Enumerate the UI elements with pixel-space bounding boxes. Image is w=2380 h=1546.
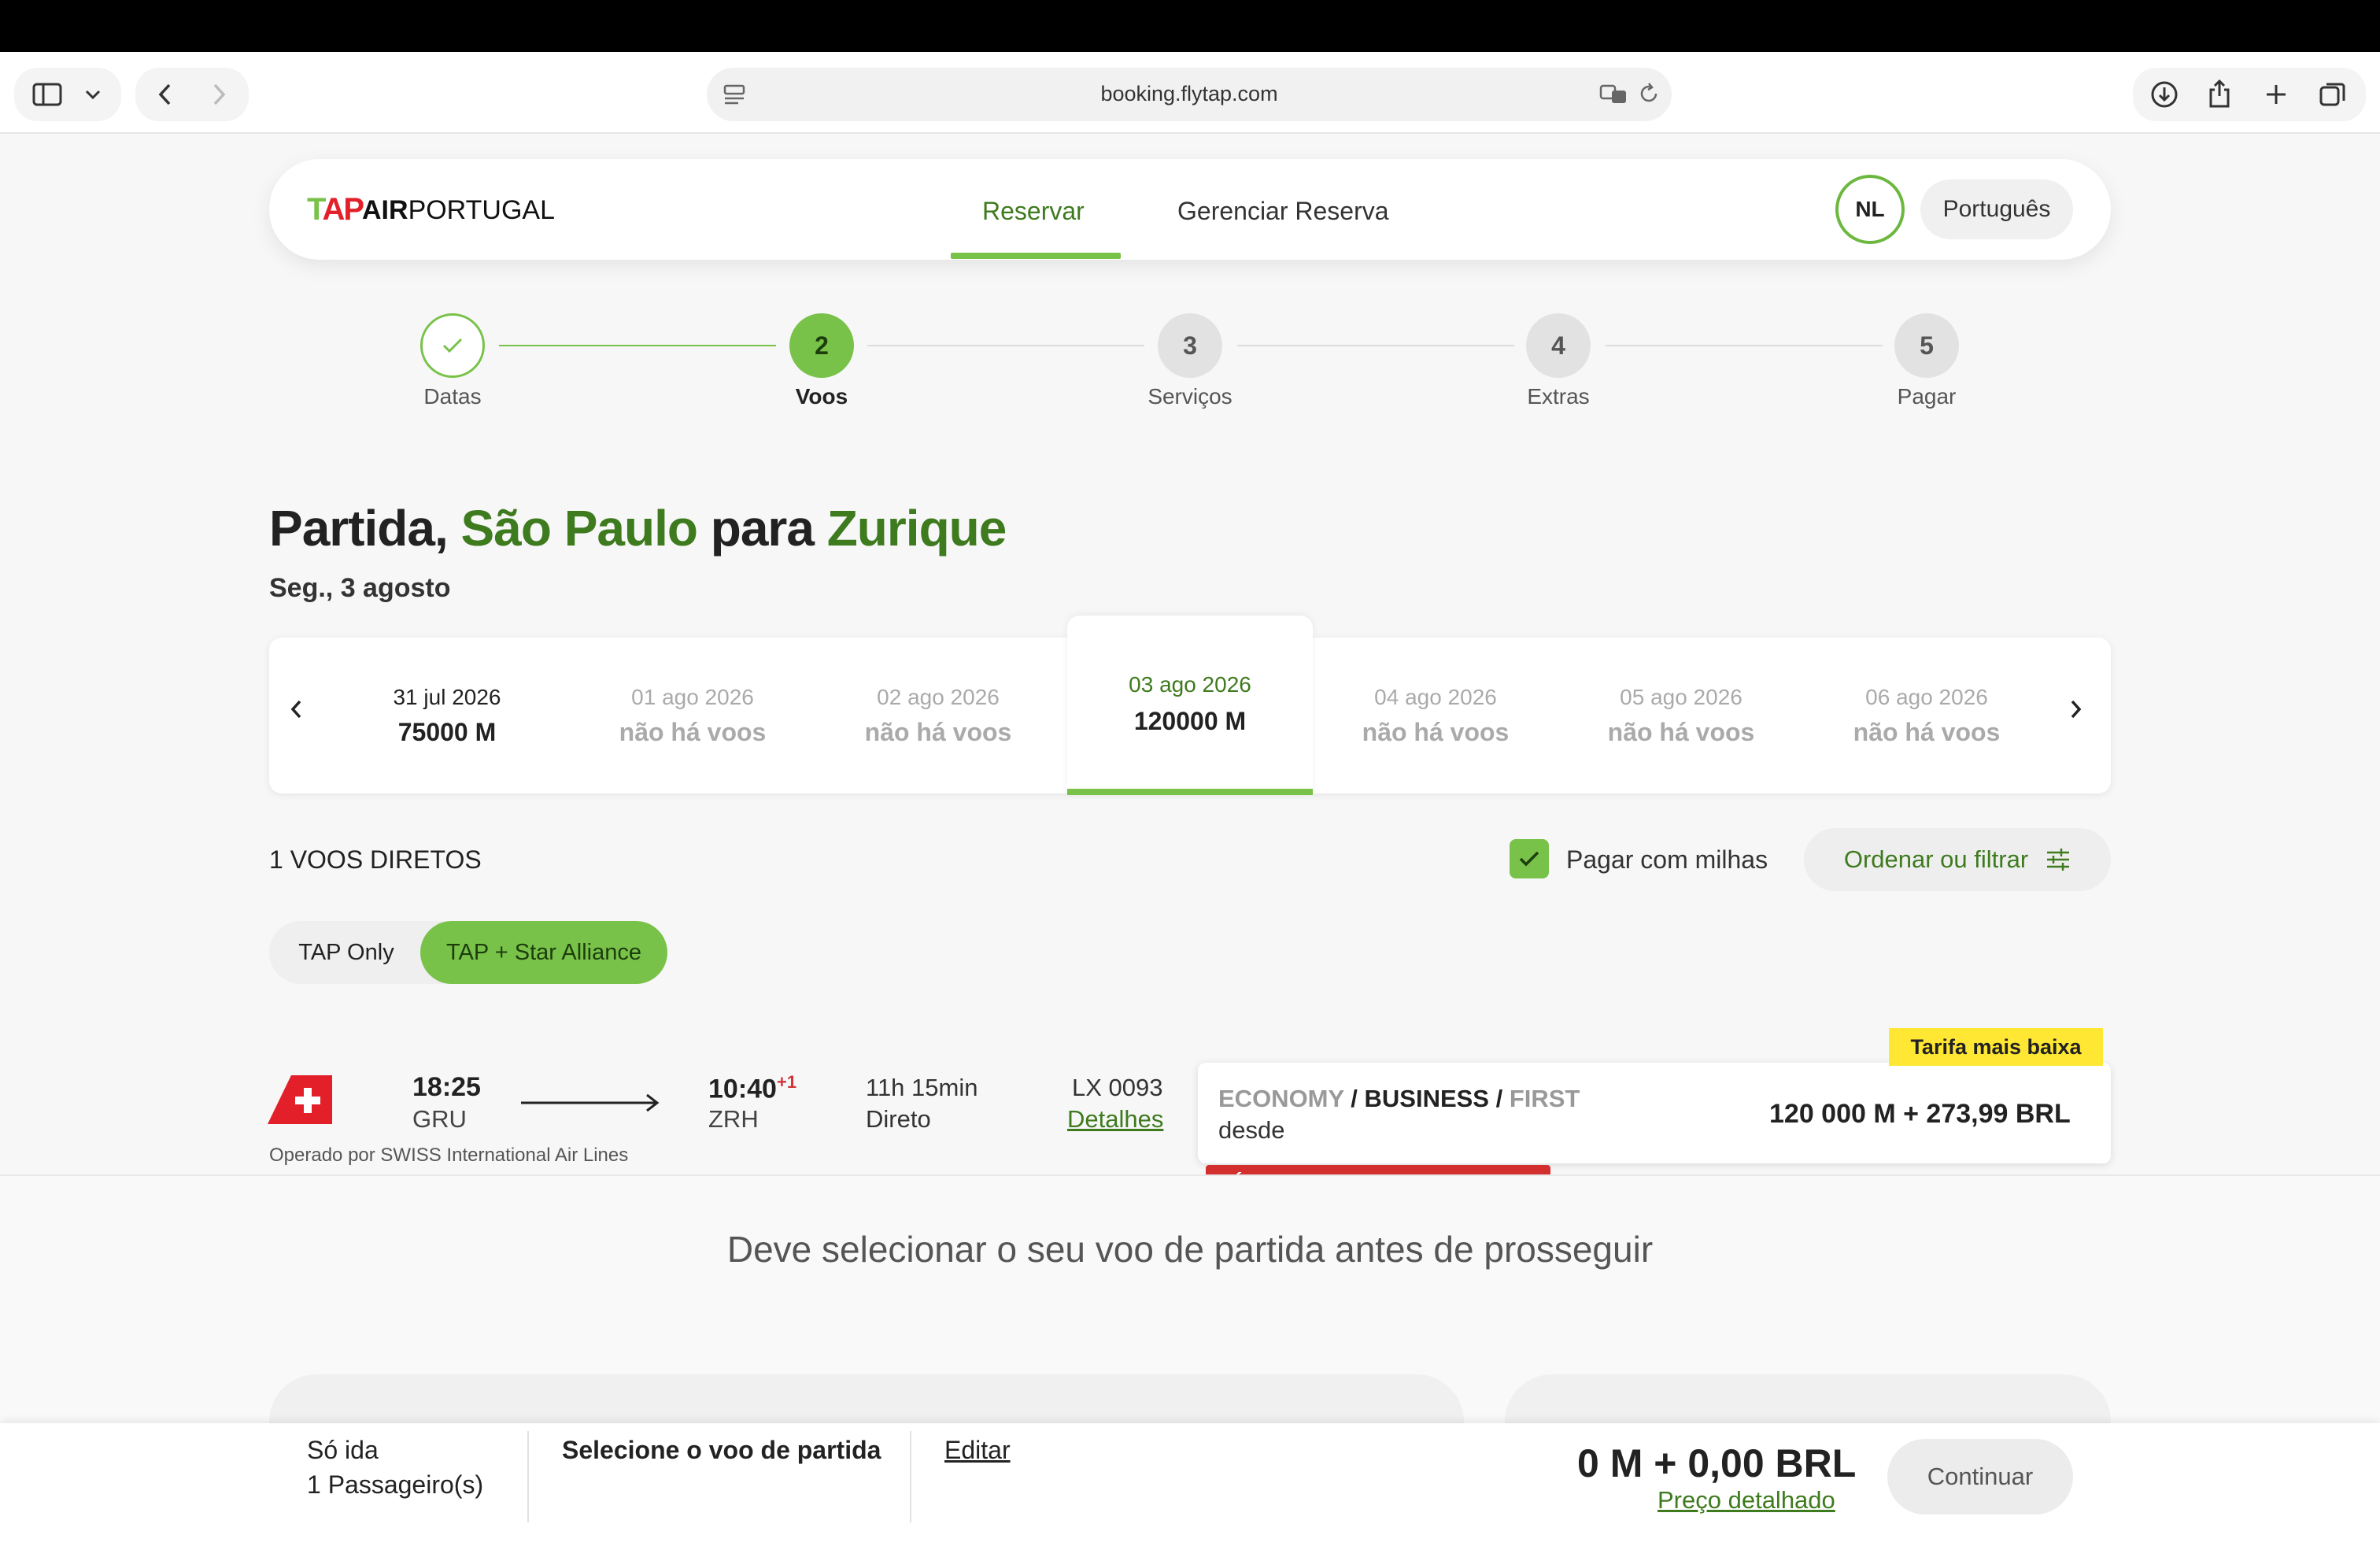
sort-filter-button[interactable]: Ordenar ou filtrar (1804, 828, 2111, 891)
edit-link[interactable]: Editar (944, 1436, 1011, 1465)
dates-prev-button[interactable] (288, 697, 320, 732)
flight-stops: Direto (866, 1105, 931, 1133)
toggle-tap-only[interactable]: TAP Only (269, 921, 423, 984)
new-tab-button[interactable] (2254, 74, 2298, 115)
arrival-airport: ZRH (708, 1105, 759, 1133)
step-datas-circle[interactable] (420, 313, 485, 378)
bar-divider (527, 1431, 529, 1522)
check-icon (442, 338, 463, 353)
step-pagar-circle: 5 (1894, 313, 1959, 378)
nav-active-underline (951, 253, 1121, 259)
step-voos-label: Voos (795, 384, 848, 409)
select-flight-notice: Deve selecionar o seu voo de partida ant… (726, 1229, 1654, 1270)
chevron-right-icon (2071, 700, 2082, 719)
sliders-icon (2047, 849, 2070, 871)
date-option[interactable]: 01 ago 2026 não há voos (570, 638, 815, 793)
origin-city: São Paulo (460, 500, 698, 557)
operated-by: Operado por SWISS International Air Line… (269, 1145, 629, 1166)
stepper-line (1237, 345, 1514, 346)
flight-arrow-icon (519, 1091, 661, 1119)
toggle-tap-star-alliance[interactable]: TAP + Star Alliance (420, 921, 667, 984)
departure-time: 18:25 (412, 1072, 481, 1102)
step-extras-label: Extras (1527, 384, 1590, 409)
selected-date-underline (1067, 789, 1313, 795)
step-servicos-circle: 3 (1158, 313, 1222, 378)
check-icon (1519, 851, 1539, 867)
logo-mark: T (307, 192, 324, 227)
price-detail-link[interactable]: Preço detalhado (1658, 1486, 1835, 1515)
chevron-left-icon (290, 700, 301, 719)
reload-icon[interactable] (1637, 82, 1661, 109)
share-button[interactable] (2197, 72, 2241, 115)
continue-button[interactable]: Continuar (1887, 1439, 2073, 1515)
url-text: booking.flytap.com (1100, 82, 1278, 105)
page-title: Partida, São Paulo para Zurique (269, 500, 1007, 557)
next-day-indicator: +1 (776, 1072, 797, 1092)
flights-count: 1 VOOS DIRETOS (269, 845, 482, 874)
passenger-count: 1 Passageiro(s) (307, 1470, 484, 1499)
logo-wordmark: AIRPORTUGAL (362, 195, 555, 225)
departure-date: Seg., 3 agosto (269, 573, 451, 603)
plus-icon (2267, 85, 2286, 104)
flight-number: LX 0093 (1072, 1074, 1163, 1101)
date-option[interactable]: 31 jul 2026 75000 M (324, 638, 570, 793)
date-option[interactable]: 04 ago 2026 não há voos (1313, 638, 1558, 793)
nav-gerenciar-reserva[interactable]: Gerenciar Reserva (1177, 197, 1389, 226)
date-option[interactable]: 06 ago 2026 não há voos (1804, 638, 2049, 793)
tab-overview-button[interactable] (2311, 74, 2355, 115)
stepper-line (1606, 345, 1883, 346)
step-extras-circle: 4 (1526, 313, 1591, 378)
cabin-classes: ECONOMY / BUSINESS / FIRST (1218, 1085, 1580, 1112)
step-voos-circle: 2 (789, 313, 854, 378)
chevron-left-icon (158, 83, 171, 105)
flight-duration: 11h 15min (866, 1074, 978, 1101)
bar-divider (910, 1431, 911, 1522)
dates-next-button[interactable] (2068, 697, 2100, 732)
flight-details-link[interactable]: Detalhes (1067, 1105, 1163, 1134)
downloads-button[interactable] (2142, 74, 2186, 115)
tap-logo[interactable]: TAP (307, 192, 364, 227)
from-label: desde (1218, 1116, 1285, 1144)
chevron-down-icon (85, 90, 101, 100)
lowest-fare-badge: Tarifa mais baixa (1889, 1028, 2103, 1066)
selection-status: Selecione o voo de partida (562, 1436, 881, 1464)
date-option[interactable]: 05 ago 2026 não há voos (1558, 638, 1804, 793)
pay-with-miles-checkbox[interactable] (1510, 839, 1549, 878)
divider (0, 1174, 2380, 1176)
back-button[interactable] (142, 74, 189, 115)
share-icon (2209, 79, 2230, 108)
address-bar[interactable]: booking.flytap.com (707, 68, 1672, 121)
step-pagar-label: Pagar (1897, 384, 1957, 409)
fare-price: 120 000 M + 273,99 BRL (1769, 1099, 2071, 1129)
system-top-bar (0, 0, 2380, 52)
sidebar-toggle-button[interactable] (24, 74, 71, 115)
destination-city: Zurique (826, 500, 1007, 557)
nav-reservar[interactable]: Reservar (982, 197, 1085, 226)
trip-type: Só ida (307, 1436, 379, 1464)
download-icon (2151, 81, 2178, 108)
step-servicos-label: Serviços (1148, 384, 1232, 409)
tabs-icon (2319, 83, 2345, 106)
tab-group-dropdown-button[interactable] (76, 74, 110, 115)
forward-button[interactable] (195, 74, 242, 115)
step-datas-label: Datas (423, 384, 482, 409)
swiss-airline-logo (268, 1075, 332, 1128)
stepper-line-done (499, 345, 776, 346)
departure-airport: GRU (412, 1105, 467, 1133)
sidebar-icon (32, 83, 62, 106)
arrival-time: 10:40+1 (708, 1072, 797, 1104)
date-option-selected[interactable]: 03 ago 2026 120000 M (1067, 616, 1313, 793)
translate-icon[interactable] (1599, 83, 1629, 109)
chevron-right-icon (213, 83, 226, 105)
stepper-line (867, 345, 1144, 346)
user-avatar[interactable]: NL (1835, 175, 1905, 244)
pay-with-miles-label[interactable]: Pagar com milhas (1566, 845, 1768, 875)
total-price: 0 M + 0,00 BRL (1577, 1441, 1857, 1485)
language-selector[interactable]: Português (1920, 179, 2073, 239)
date-option[interactable]: 02 ago 2026 não há voos (815, 638, 1061, 793)
